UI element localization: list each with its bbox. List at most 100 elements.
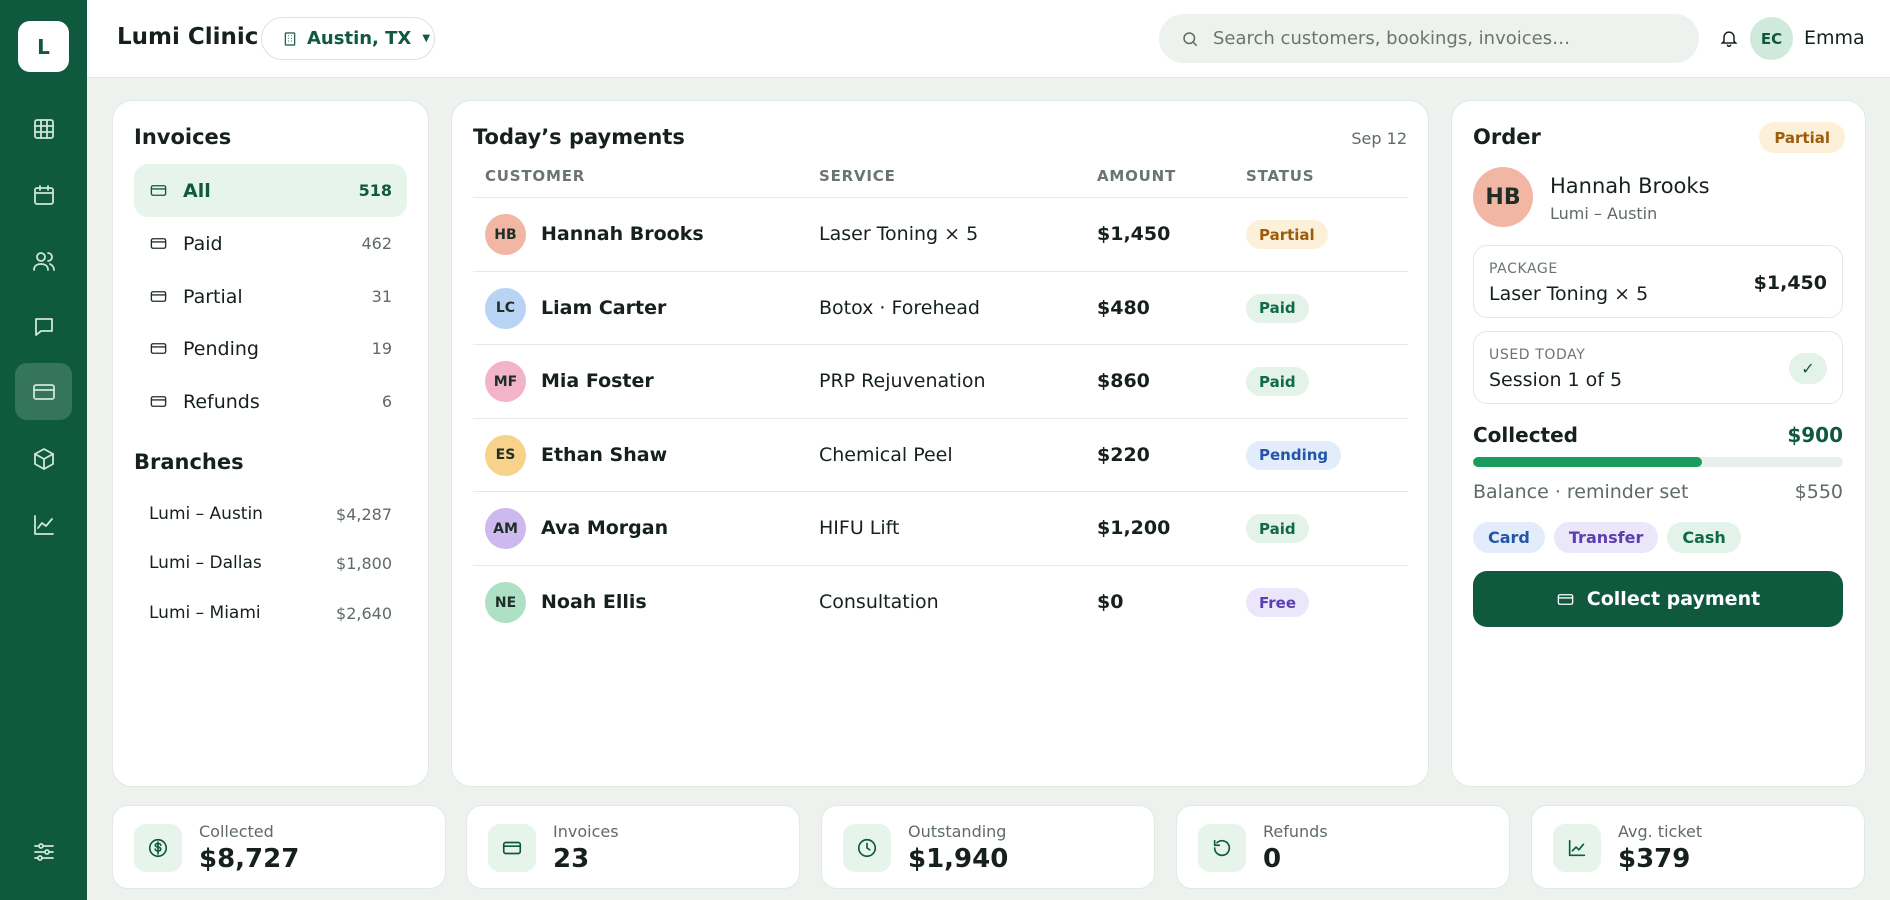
- filter-count: 31: [371, 287, 392, 306]
- customer-name[interactable]: Hannah Brooks: [541, 223, 704, 245]
- sliders-icon: [33, 842, 54, 861]
- search-input[interactable]: [1213, 28, 1673, 49]
- payment-row[interactable]: AM Ava Morgan HIFU Lift $1,200 Paid: [473, 491, 1408, 564]
- stat-avg-ticket: Avg. ticket $379: [1531, 805, 1865, 889]
- payment-method-chip[interactable]: Card: [1473, 522, 1545, 553]
- package-box: PACKAGE Laser Toning × 5 $1,450: [1473, 245, 1843, 318]
- app-title: Lumi Clinic: [117, 24, 259, 50]
- branch-value: $2,640: [336, 603, 392, 623]
- invoice-filter-all[interactable]: All 518: [134, 164, 407, 217]
- service-name: PRP Rejuvenation: [819, 370, 986, 393]
- payment-row[interactable]: NE Noah Ellis Consultation $0 Free: [473, 565, 1408, 638]
- payment-row[interactable]: LC Liam Carter Botox · Forehead $480 Paid: [473, 270, 1408, 344]
- branch-name: Lumi – Dallas: [149, 553, 262, 573]
- service-name: Laser Toning × 5: [819, 223, 979, 245]
- nav-settings-button[interactable]: [15, 823, 72, 880]
- col-amount[interactable]: AMOUNT: [1097, 167, 1176, 185]
- collected-value: $900: [1787, 423, 1843, 447]
- status-badge: Partial: [1246, 220, 1328, 249]
- order-title: Order: [1473, 125, 1541, 149]
- payment-method-chips: Card Transfer Cash: [1473, 522, 1741, 553]
- filter-label: All: [183, 179, 211, 202]
- service-name: Botox · Forehead: [819, 296, 980, 319]
- branch-item-dallas[interactable]: Lumi – Dallas $1,800: [149, 553, 392, 573]
- status-badge: Pending: [1246, 440, 1342, 470]
- branch-value: $4,287: [336, 504, 392, 524]
- filter-label: Pending: [183, 337, 259, 360]
- filter-label: Paid: [183, 232, 223, 255]
- branch-item-miami[interactable]: Lumi – Miami $2,640: [149, 603, 392, 623]
- stat-value: $1,940: [908, 844, 1009, 874]
- payment-method-chip[interactable]: Transfer: [1553, 522, 1659, 553]
- collect-payment-label: Collect payment: [1586, 588, 1761, 610]
- nav-payments-button[interactable]: [15, 363, 72, 420]
- order-panel: Order Partial HB Hannah Brooks Lumi – Au…: [1451, 100, 1866, 787]
- customer-avatar: HB: [485, 214, 526, 255]
- customer-avatar: LC: [485, 287, 526, 329]
- user-name[interactable]: Emma: [1804, 27, 1865, 49]
- caret-down-icon: ▼: [422, 33, 431, 44]
- user-avatar[interactable]: EC: [1750, 17, 1793, 60]
- payment-row[interactable]: ES Ethan Shaw Chemical Peel $220 Pending: [473, 417, 1408, 491]
- bell-icon: [1720, 31, 1738, 48]
- filter-label: Refunds: [183, 390, 260, 413]
- nav-grid-button[interactable]: [15, 100, 72, 157]
- payment-row[interactable]: MF Mia Foster PRP Rejuvenation $860 Paid: [473, 344, 1408, 417]
- location-select[interactable]: Austin, TX ▼: [261, 17, 435, 60]
- calendar-icon: [33, 184, 54, 205]
- customer-branch: Lumi – Austin: [1550, 204, 1658, 223]
- customer-name[interactable]: Mia Foster: [541, 370, 654, 392]
- balance-value: $550: [1794, 481, 1843, 503]
- filter-count: 462: [361, 234, 392, 253]
- collected-progress-bar: [1473, 457, 1843, 467]
- stat-label: Refunds: [1263, 822, 1328, 841]
- collect-payment-button[interactable]: Collect payment: [1473, 571, 1843, 627]
- invoice-card-icon: [488, 824, 536, 872]
- branch-item-austin[interactable]: Lumi – Austin $4,287: [149, 504, 392, 524]
- stat-value: $379: [1618, 844, 1691, 874]
- invoice-filter-refunds[interactable]: Refunds 6: [134, 375, 407, 428]
- col-customer[interactable]: CUSTOMER: [485, 167, 585, 185]
- customer-avatar: HB: [1473, 167, 1533, 227]
- nav-users-button[interactable]: [15, 232, 72, 289]
- customer-name[interactable]: Hannah Brooks: [1550, 174, 1710, 198]
- notifications-button[interactable]: [1719, 28, 1739, 48]
- app-logo[interactable]: L: [18, 21, 69, 72]
- search-bar[interactable]: [1159, 14, 1699, 63]
- payment-method-chip[interactable]: Cash: [1667, 522, 1741, 553]
- branch-name: Lumi – Austin: [149, 504, 263, 524]
- top-header: Lumi Clinic Austin, TX ▼ EC Emma: [87, 0, 1890, 78]
- payment-row[interactable]: HB Hannah Brooks Laser Toning × 5 $1,450 Par…: [473, 197, 1408, 270]
- stat-value: 0: [1263, 844, 1282, 874]
- nav-calendar-button[interactable]: [15, 166, 72, 223]
- customer-name[interactable]: Noah Ellis: [541, 591, 647, 613]
- customer-name[interactable]: Ava Morgan: [541, 517, 668, 539]
- nav-reports-button[interactable]: [15, 496, 72, 553]
- chat-icon: [34, 317, 53, 336]
- branch-name: Lumi – Miami: [149, 603, 261, 623]
- card-icon: [1557, 593, 1574, 605]
- customer-name[interactable]: Ethan Shaw: [541, 444, 667, 466]
- invoice-filter-paid[interactable]: Paid 462: [134, 217, 407, 270]
- col-service[interactable]: SERVICE: [819, 167, 896, 185]
- col-status[interactable]: STATUS: [1246, 167, 1314, 185]
- filter-label: Partial: [183, 285, 243, 308]
- box-icon: [33, 447, 54, 470]
- collected-label: Collected: [1473, 423, 1578, 447]
- invoice-filter-pending[interactable]: Pending 19: [134, 322, 407, 375]
- invoices-panel: Invoices All 518 Paid 462 Partial 31 Pen…: [112, 100, 429, 787]
- nav-inventory-button[interactable]: [15, 430, 72, 487]
- amount: $0: [1097, 591, 1124, 613]
- filter-count: 6: [381, 392, 392, 411]
- used-label: USED TODAY: [1489, 347, 1586, 363]
- search-icon: [1183, 31, 1198, 46]
- package-name: Laser Toning × 5: [1489, 283, 1649, 305]
- customer-avatar: MF: [485, 361, 526, 403]
- nav-chat-button[interactable]: [15, 298, 72, 355]
- amount: $220: [1097, 443, 1150, 466]
- status-badge: Free: [1246, 588, 1310, 617]
- invoice-filter-partial[interactable]: Partial 31: [134, 270, 407, 323]
- customer-name[interactable]: Liam Carter: [541, 297, 666, 319]
- check-icon[interactable]: ✓: [1789, 353, 1827, 384]
- branches-title: Branches: [134, 450, 244, 474]
